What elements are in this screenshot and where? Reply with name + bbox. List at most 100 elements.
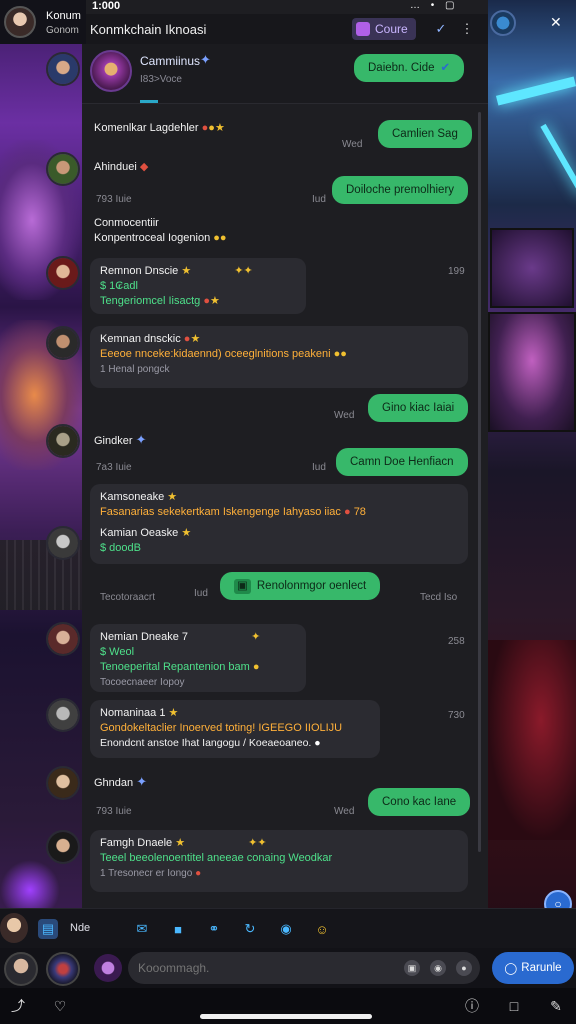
image-icon[interactable]: ▣ [404, 960, 420, 976]
message-text: Tenoeperital Repantenion bam ● [100, 660, 296, 675]
chat-icon[interactable]: ◉ [276, 919, 296, 939]
text-block: Conmocentiir Konpentroceal Iogenion ●● [94, 216, 227, 246]
refresh-icon[interactable]: ↻ [240, 919, 260, 939]
link-icon[interactable]: ⚭ [204, 919, 224, 939]
timestamp: 199 [448, 266, 465, 277]
monitor-main [488, 312, 576, 432]
sender-name: Nemian Dneake 7 [100, 631, 189, 643]
message-header: Kamsoneake ★ [100, 490, 458, 505]
edit-icon[interactable]: ✎ [546, 996, 566, 1016]
message-text: Cono kac Iane [382, 795, 457, 808]
message-header: Kemnan dnsckic ●★ [100, 332, 458, 347]
home-indicator[interactable] [200, 1014, 372, 1019]
timestamp: 258 [448, 636, 465, 647]
avatar[interactable] [4, 952, 38, 986]
message-meta: 1 Tresonecr er Iongo ● [100, 866, 458, 881]
contact-avatar[interactable] [46, 526, 80, 560]
verified-icon[interactable]: ✓ [432, 20, 450, 38]
contact-avatar[interactable] [46, 256, 80, 290]
message-text: Tengeriomcel Iisactg ●★ [100, 294, 296, 309]
outgoing-message[interactable]: Camlien Sag [378, 120, 472, 148]
heart-icon[interactable]: ♡ [50, 996, 70, 1016]
incoming-message[interactable]: Kemnan dnsckic ●★ Eeeoe nnceke:kidaennd)… [90, 326, 468, 388]
incoming-message[interactable]: Remnon Dnscie ★ ✦✦ $ 1₢adl Tengeriomcel … [90, 258, 306, 314]
text-line: Konpentroceal Iogenion ●● [94, 231, 227, 246]
sender-name: Kemnan dnsckic [100, 333, 181, 345]
message-meta: $ Weol [100, 646, 135, 658]
emoji-icon: ★ [175, 837, 186, 849]
neon-strip-vertical [540, 123, 576, 197]
panel-header: Konmkchain Iknoasi Coure ✓ ⋮ [82, 14, 488, 44]
avatar[interactable] [46, 952, 80, 986]
emoji-icon: ★ [181, 265, 192, 277]
contact-avatar[interactable] [46, 622, 80, 656]
grid-icon[interactable]: ▤ [38, 919, 58, 939]
bookmark-icon[interactable]: □ [504, 996, 524, 1016]
folder-icon[interactable]: ■ [168, 919, 188, 939]
message-meta: $ 1₢adl [100, 280, 138, 292]
outgoing-message[interactable]: Cono kac Iane [368, 788, 471, 816]
contact-avatar[interactable] [46, 766, 80, 800]
share-icon[interactable]: ⤴ [8, 996, 28, 1016]
incoming-message[interactable]: Nemian Dneake 7 ✦ $ Weol Tenoeperital Re… [90, 624, 306, 692]
incoming-message[interactable]: Famgh Dnaele ★ ✦✦ Teeel beeolenoentitel … [90, 830, 468, 892]
sparkle-icon: ✦ [200, 52, 211, 67]
message-field[interactable]: ▣ ◉ ● [128, 952, 480, 984]
message-sender: Ghndan ✦ [94, 774, 147, 791]
emoji-icon: ★ [210, 295, 220, 307]
message-meta: $ doodB [100, 542, 141, 554]
outgoing-message[interactable]: Camn Doe Henfiacn [336, 448, 468, 476]
emoji-icon: ●● [333, 348, 347, 360]
incoming-message[interactable]: Nomaninaa 1 ★ Gondokeltaclier Inoerved t… [90, 700, 380, 758]
profile-sub: Gonom [46, 25, 79, 36]
contact-avatar[interactable] [46, 830, 80, 864]
avatar[interactable] [90, 50, 132, 92]
sender-name: Ghndan [94, 777, 134, 789]
status-icons: … • ▢ [410, 0, 459, 11]
incoming-message[interactable]: Kamsoneake ★ Fasanarias sekekertkam Iske… [90, 484, 468, 564]
emoji-icon: ●● [213, 232, 227, 244]
contact-avatar[interactable] [46, 698, 80, 732]
outgoing-message[interactable]: ▣ Renolonmgor oenlect [220, 572, 381, 600]
contact-avatar[interactable] [46, 152, 80, 186]
message-text: Renolonmgor oenlect [256, 579, 367, 592]
camera-icon[interactable]: ◉ [430, 960, 446, 976]
message-sender: Gindker ✦ [94, 432, 147, 449]
mic-icon[interactable]: ● [456, 960, 472, 976]
contact-avatar[interactable] [46, 52, 80, 86]
emoji-icon: ★ [181, 527, 192, 539]
outgoing-message[interactable]: Gino kiac Iaiai [368, 394, 469, 422]
info-icon[interactable]: ⓘ [462, 996, 482, 1016]
message-text: Camn Doe Henfiacn [350, 455, 454, 468]
chat-sub: I83>Voce [140, 74, 182, 85]
message-input[interactable] [138, 952, 398, 984]
message-text: Teeel beeolenoentitel aneeae conaing Weo… [100, 852, 333, 864]
course-badge[interactable]: Coure [352, 18, 416, 40]
outgoing-message[interactable]: Daiebn. Cide ✔ [354, 54, 465, 82]
course-icon [356, 22, 370, 36]
smile-icon[interactable]: ☺ [312, 919, 332, 939]
timestamp: Tecotoraacrt [100, 592, 156, 603]
close-icon[interactable]: ✕ [550, 14, 562, 31]
more-icon[interactable]: ⋮ [458, 20, 476, 38]
status-bar: 1:000 … • ▢ [0, 0, 576, 14]
contact-avatar[interactable] [46, 326, 80, 360]
outgoing-message[interactable]: Doiloche premolhiery [332, 176, 469, 204]
avatar[interactable] [94, 954, 122, 982]
mail-icon[interactable]: ✉ [132, 919, 152, 939]
timestamp: Iud [312, 462, 326, 473]
message-text: Daiebn. Cide [368, 61, 435, 74]
message-header: Remnon Dnscie ★ ✦✦ [100, 264, 296, 279]
timestamp: Tecd Iso [420, 592, 458, 603]
avatar[interactable] [0, 913, 28, 943]
contact-avatar[interactable] [46, 424, 80, 458]
emoji-icon: ✦ [251, 631, 261, 643]
scrollbar[interactable] [478, 112, 481, 852]
message-text: Enondcnt anstoe Ihat Iangogu / Koeaeoane… [100, 736, 370, 751]
emoji-icon: ✦✦ [234, 265, 253, 277]
send-button[interactable]: ◯ Rarunle [492, 952, 574, 984]
neon-strip [495, 76, 576, 106]
sender-name: Kamsoneake [100, 491, 165, 503]
message-text-value: Eeeoe nnceke:kidaennd) oceeglnitions pea… [100, 348, 331, 360]
chat-name: Cammiinus [140, 54, 201, 68]
